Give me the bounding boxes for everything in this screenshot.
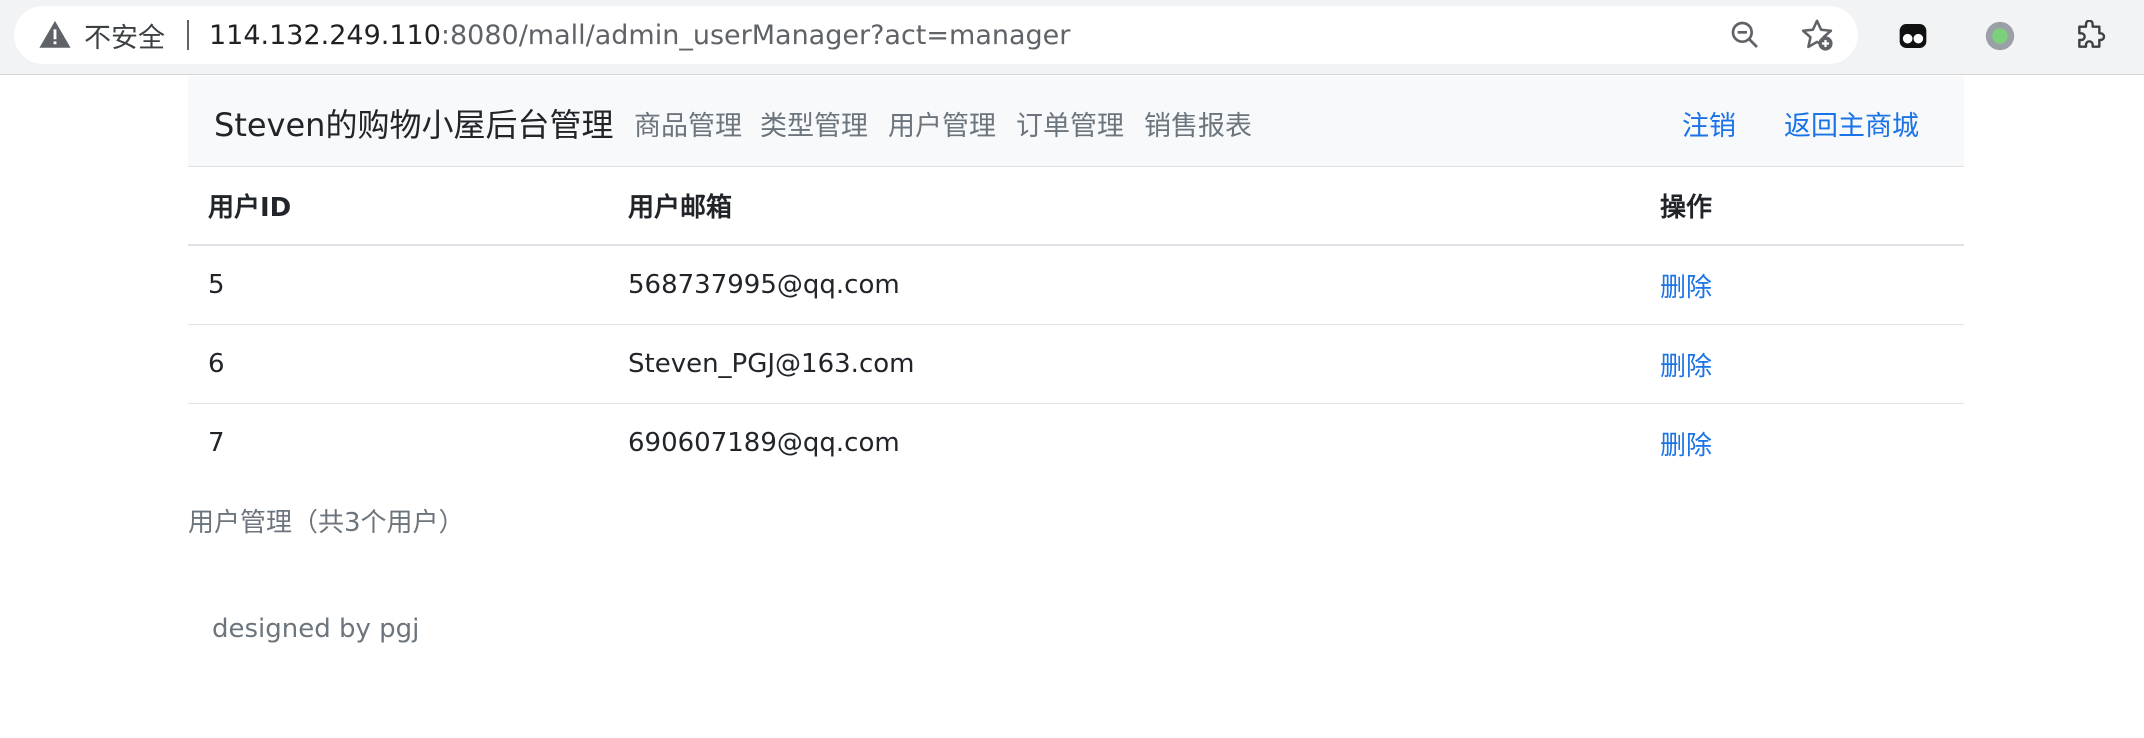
back-to-mall-link[interactable]: 返回主商城	[1784, 104, 1919, 143]
user-email-cell: 568737995@qq.com	[628, 270, 900, 300]
admin-navbar: Steven的购物小屋后台管理 商品管理 类型管理 用户管理 订单管理 销售报表…	[188, 76, 1964, 167]
url-text[interactable]: 114.132.249.110:8080/mall/admin_userMana…	[209, 20, 1070, 51]
user-email-cell: Steven_PGJ@163.com	[628, 349, 915, 379]
browser-toolbar: 不安全 114.132.249.110:8080/mall/admin_user…	[0, 0, 2144, 75]
table-row: 5 568737995@qq.com 删除	[188, 246, 1964, 325]
header-action: 操作	[1660, 192, 1713, 223]
delete-user-link[interactable]: 删除	[1660, 246, 1712, 324]
security-label[interactable]: 不安全	[84, 16, 165, 55]
nav-order-management[interactable]: 订单管理	[1016, 104, 1124, 143]
nav-user-management[interactable]: 用户管理	[888, 104, 996, 143]
user-id-cell: 5	[208, 270, 225, 300]
nav-sales-report[interactable]: 销售报表	[1144, 104, 1252, 143]
extensions-puzzle-icon[interactable]	[2072, 18, 2108, 54]
url-path: :8080/mall/admin_userManager?act=manager	[440, 19, 1071, 51]
address-bar[interactable]: 不安全 114.132.249.110:8080/mall/admin_user…	[14, 6, 1858, 64]
table-row: 6 Steven_PGJ@163.com 删除	[188, 325, 1964, 404]
extension-mask-icon[interactable]	[1895, 18, 1931, 54]
user-id-cell: 7	[208, 428, 225, 458]
delete-user-link[interactable]: 删除	[1660, 325, 1712, 403]
table-row: 7 690607189@qq.com 删除	[188, 404, 1964, 482]
navbar-brand[interactable]: Steven的购物小屋后台管理	[214, 100, 613, 146]
page-footer: designed by pgj	[212, 614, 420, 644]
nav-type-management[interactable]: 类型管理	[760, 104, 868, 143]
header-user-email: 用户邮箱	[628, 192, 733, 223]
address-separator	[187, 20, 189, 50]
user-email-cell: 690607189@qq.com	[628, 428, 900, 458]
table-header-row: 用户ID 用户邮箱 操作	[188, 166, 1964, 246]
zoom-out-icon[interactable]	[1728, 18, 1762, 52]
nav-product-management[interactable]: 商品管理	[634, 104, 742, 143]
logout-link[interactable]: 注销	[1682, 104, 1736, 143]
table-caption: 用户管理（共3个用户）	[188, 508, 465, 538]
bookmark-star-icon[interactable]	[1800, 18, 1834, 52]
header-user-id: 用户ID	[208, 192, 292, 223]
user-table: 用户ID 用户邮箱 操作 5 568737995@qq.com 删除 6 Ste…	[188, 166, 1964, 482]
extension-green-dot-icon[interactable]	[1982, 18, 2018, 54]
delete-user-link[interactable]: 删除	[1660, 404, 1712, 482]
warning-icon[interactable]	[38, 18, 72, 52]
user-id-cell: 6	[208, 349, 225, 379]
url-host: 114.132.249.110	[209, 19, 441, 51]
